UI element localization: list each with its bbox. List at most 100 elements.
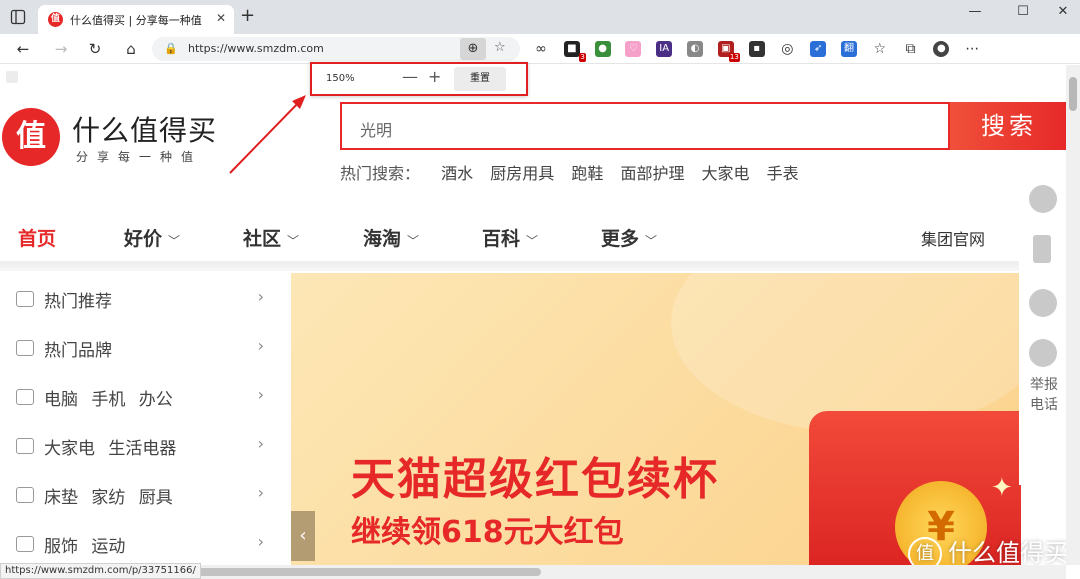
vertical-scrollbar[interactable]: [1066, 65, 1080, 565]
banner-decoration: [671, 273, 1021, 433]
favorites-icon[interactable]: ☆: [872, 41, 888, 57]
category-item[interactable]: 大家电 生活电器 ›: [16, 432, 268, 462]
url-text[interactable]: https://www.smzdm.com: [188, 42, 324, 55]
translate-icon[interactable]: 翻: [841, 41, 857, 57]
tab-title: 什么值得买 | 分享每一种值: [70, 14, 202, 27]
chevron-down-icon: ﹀: [407, 234, 420, 248]
hot-search-item[interactable]: 手表: [767, 164, 799, 183]
minimize-button[interactable]: —: [960, 4, 990, 24]
maximize-button[interactable]: ☐: [1008, 4, 1038, 24]
site-favicon-icon: 值: [48, 12, 63, 27]
tab-bar: 值 什么值得买 | 分享每一种值 ✕ + — ☐ ✕: [0, 0, 1080, 34]
browser-tab[interactable]: 值 什么值得买 | 分享每一种值 ✕: [38, 5, 234, 34]
watermark-logo-icon: 值: [908, 537, 942, 565]
report-hotline-link[interactable]: 举报电话: [1027, 375, 1061, 415]
screenshot-icon[interactable]: ◎: [779, 41, 795, 57]
site-logo-name[interactable]: 什么值得买: [72, 109, 217, 149]
collections-icon[interactable]: ⧉: [903, 41, 919, 57]
more-icon[interactable]: ⋯: [964, 41, 980, 57]
vertical-scroll-thumb[interactable]: [1069, 77, 1077, 111]
address-bar[interactable]: 🔒 https://www.smzdm.com ⊕ ☆: [152, 37, 520, 61]
new-tab-button[interactable]: +: [240, 7, 255, 25]
back-button[interactable]: ←: [12, 39, 34, 59]
nav-more[interactable]: 更多 ﹀: [601, 224, 657, 251]
category-label: 大家电 生活电器: [44, 439, 177, 459]
hot-search-label: 热门搜索：: [340, 164, 421, 183]
lock-icon[interactable]: 🔒: [164, 42, 178, 55]
terminal-icon[interactable]: ▪: [748, 41, 765, 57]
chevron-right-icon: ›: [257, 434, 264, 453]
hot-search-item[interactable]: 跑鞋: [571, 164, 603, 183]
category-label: 热门品牌: [44, 341, 112, 361]
site-logo-mark[interactable]: 值: [2, 108, 60, 166]
category-item[interactable]: 热门品牌 ›: [16, 334, 268, 364]
search-button[interactable]: 搜索: [950, 102, 1066, 150]
nav-wiki[interactable]: 百科 ﹀: [482, 224, 538, 251]
bird-icon[interactable]: ➶: [810, 41, 827, 57]
horizontal-scrollbar[interactable]: [176, 565, 1066, 579]
nav-deals[interactable]: 好价 ﹀: [124, 224, 180, 251]
chevron-down-icon: ﹀: [645, 234, 658, 248]
home-button[interactable]: ⌂: [120, 39, 142, 59]
hot-search-item[interactable]: 大家电: [702, 164, 750, 183]
horizontal-scroll-thumb[interactable]: [176, 568, 541, 576]
sparkle-icon: ✦: [991, 473, 1013, 503]
banner-prev-button[interactable]: ‹: [291, 511, 315, 561]
page-corner-icon: [6, 71, 18, 83]
monitor-icon: [16, 389, 34, 405]
status-bar-url: https://www.smzdm.com/p/33751166/: [0, 563, 201, 579]
search-query[interactable]: 光明: [360, 117, 392, 141]
search-input[interactable]: 光明: [340, 102, 950, 150]
category-label: 热门推荐: [44, 292, 112, 312]
shoe-icon: [16, 536, 34, 552]
add-favorite-icon[interactable]: ☆: [494, 40, 506, 55]
mouse-icon[interactable]: ◐: [687, 41, 703, 57]
category-label: 床垫 家纺 厨具: [44, 488, 173, 508]
support-icon[interactable]: [1029, 289, 1057, 317]
zoom-icon[interactable]: ⊕: [460, 38, 486, 60]
avatar-icon[interactable]: ●: [933, 41, 950, 57]
hot-search-item[interactable]: 酒水: [441, 164, 473, 183]
hot-recommend-icon: [16, 291, 34, 307]
forward-button[interactable]: →: [50, 39, 72, 59]
category-item[interactable]: 床垫 家纺 厨具 ›: [16, 481, 268, 511]
hot-search-row: 热门搜索： 酒水 厨房用具 跑鞋 面部护理 大家电 手表: [340, 160, 811, 184]
hot-search-item[interactable]: 厨房用具: [490, 164, 554, 183]
chevron-right-icon: ›: [257, 385, 264, 404]
chevron-down-icon: ﹀: [168, 234, 181, 248]
hot-search-item[interactable]: 面部护理: [620, 164, 684, 183]
colorful-ball-icon[interactable]: ●: [594, 41, 611, 57]
infinity-icon[interactable]: ∞: [533, 41, 549, 57]
tab-close-icon[interactable]: ✕: [216, 11, 226, 25]
browser-toolbar: ← → ↻ ⌂ 🔒 https://www.smzdm.com ⊕ ☆ ∞ ■ 3 ●…: [0, 34, 1080, 64]
category-item[interactable]: 电脑 手机 办公 ›: [16, 383, 268, 413]
tab-actions-icon[interactable]: [10, 9, 26, 25]
close-window-button[interactable]: ✕: [1048, 4, 1078, 24]
category-item[interactable]: 热门推荐 ›: [16, 285, 268, 315]
chat-icon[interactable]: [1029, 185, 1057, 213]
nav-overseas[interactable]: 海淘 ﹀: [363, 224, 419, 251]
cat-icon[interactable]: ♡: [625, 41, 642, 57]
promo-banner[interactable]: 天猫超级红包续杯 继续领618元大红包 ¥ ✦ ‹: [291, 273, 1021, 565]
chevron-right-icon: ›: [257, 336, 264, 355]
nav-community[interactable]: 社区 ﹀: [243, 224, 299, 251]
nav-home[interactable]: 首页: [18, 224, 56, 251]
chevron-down-icon: ﹀: [287, 234, 300, 248]
watermark: 值什么值得买: [908, 533, 1066, 565]
extension-badge: 13: [728, 53, 740, 62]
chevron-down-icon: ﹀: [526, 234, 539, 248]
ext-badge-13-icon[interactable]: ▣ 13: [717, 41, 740, 62]
chevron-right-icon: ›: [257, 483, 264, 502]
group-site-link[interactable]: 集团官网: [921, 226, 985, 250]
page-content: 值 什么值得买 分享每一种值 光明 搜索 热门搜索： 酒水 厨房用具 跑鞋 面部…: [0, 65, 1066, 565]
watermark-text: 什么值得买: [948, 539, 1066, 565]
phone-icon[interactable]: [1033, 235, 1051, 263]
refresh-button[interactable]: ↻: [84, 39, 106, 59]
ext-badge-3-icon[interactable]: ■ 3: [563, 41, 586, 62]
category-sidebar: 热门推荐 › 热门品牌 › 电脑 手机 办公 › 大家电 生活电器 › 床垫 家…: [0, 271, 280, 565]
category-item[interactable]: 服饰 运动 ›: [16, 530, 268, 560]
annotation-arrow-icon: [229, 95, 306, 174]
category-label: 电脑 手机 办公: [44, 390, 173, 410]
lifebuoy-icon[interactable]: [1029, 339, 1057, 367]
ia-icon[interactable]: IA: [656, 41, 673, 57]
